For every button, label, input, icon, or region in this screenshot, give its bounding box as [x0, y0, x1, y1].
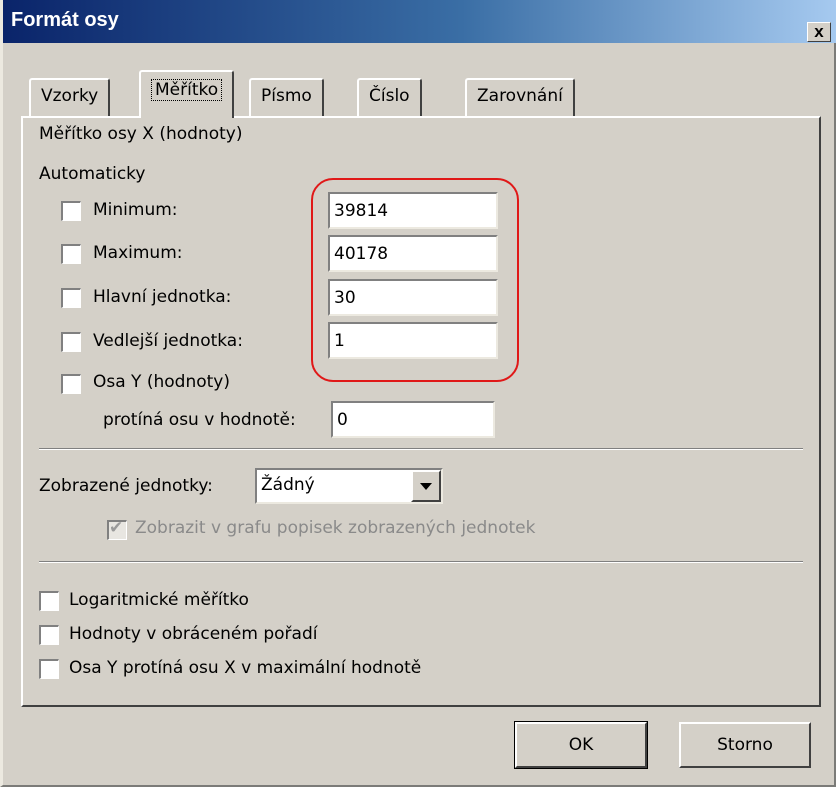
tab-cislo[interactable]: Číslo — [357, 78, 422, 116]
auto-header: Automaticky — [39, 164, 146, 184]
major-unit-label: Hlavní jednotka: — [93, 287, 232, 307]
dialog-title: Formát osy — [11, 9, 119, 31]
reverse-order-checkbox[interactable] — [39, 625, 59, 645]
cross-at-max-checkbox[interactable] — [39, 659, 59, 679]
minor-unit-auto-checkbox[interactable] — [61, 332, 81, 352]
checkmark-icon: ✔ — [109, 518, 124, 538]
reverse-order-label: Hodnoty v obráceném pořadí — [69, 624, 318, 644]
title-bar[interactable]: Formát osy x — [3, 0, 836, 43]
tab-label: Zarovnání — [477, 86, 563, 106]
axis-cross-value-input[interactable]: 0 — [331, 401, 495, 438]
close-button[interactable]: x — [807, 22, 831, 42]
ok-button[interactable]: OK — [514, 721, 648, 769]
major-unit-auto-checkbox[interactable] — [61, 288, 81, 308]
minor-unit-label: Vedlejší jednotka: — [93, 331, 243, 351]
axis-cross-label: Osa Y (hodnoty) — [93, 372, 230, 392]
separator — [39, 561, 803, 563]
maximum-label: Maximum: — [93, 243, 183, 263]
tab-label: Vzorky — [41, 86, 99, 106]
maximum-auto-checkbox[interactable] — [61, 244, 81, 264]
axis-cross-sublabel: protíná osu v hodnotě: — [103, 410, 296, 430]
tab-pismo[interactable]: Písmo — [249, 78, 324, 116]
cross-at-max-label: Osa Y protíná osu X v maximální hodnotě — [69, 658, 422, 678]
minimum-auto-checkbox[interactable] — [61, 201, 81, 221]
tab-label: Písmo — [261, 86, 312, 106]
tab-label: Měřítko — [151, 79, 223, 101]
tab-label: Číslo — [369, 86, 410, 106]
format-axis-dialog: Formát osy x Vzorky Měřítko Písmo Číslo … — [0, 0, 836, 787]
minimum-label: Minimum: — [93, 200, 178, 220]
tab-meritko[interactable]: Měřítko — [139, 70, 235, 118]
axis-cross-auto-checkbox[interactable] — [61, 374, 81, 394]
display-units-select[interactable]: Žádný — [255, 468, 443, 504]
display-units-value: Žádný — [261, 475, 315, 495]
tab-zarovnani[interactable]: Zarovnání — [465, 78, 575, 116]
show-units-label-text: Zobrazit v grafu popisek zobrazených jed… — [135, 518, 536, 538]
logarithmic-scale-checkbox[interactable] — [39, 591, 59, 611]
separator — [39, 448, 803, 450]
section-title: Měřítko osy X (hodnoty) — [39, 124, 243, 144]
show-units-label-checkbox: ✔ — [107, 518, 127, 540]
display-units-label: Zobrazené jednotky: — [39, 476, 213, 496]
dropdown-button[interactable] — [411, 470, 441, 502]
scale-tab-panel: Měřítko osy X (hodnoty) Automaticky Mini… — [21, 116, 821, 707]
tab-vzorky[interactable]: Vzorky — [29, 78, 111, 116]
cancel-button[interactable]: Storno — [679, 722, 811, 768]
logarithmic-scale-label: Logaritmické měřítko — [69, 590, 249, 610]
highlight-annotation — [311, 178, 519, 382]
chevron-down-icon — [420, 483, 432, 490]
